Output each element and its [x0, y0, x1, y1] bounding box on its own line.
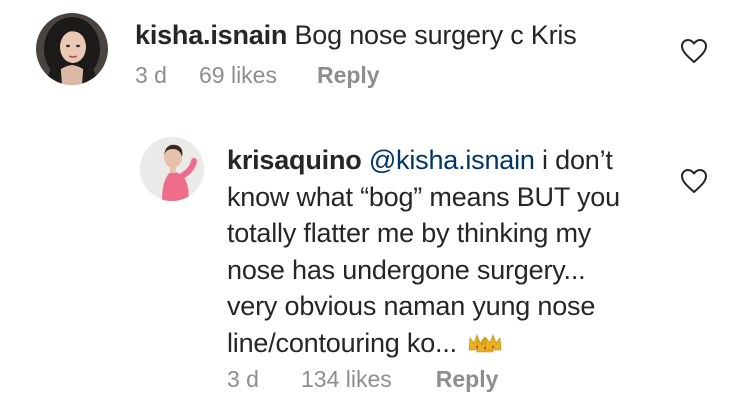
reply-username[interactable]: krisaquino	[227, 145, 362, 175]
reply-button[interactable]: Reply	[436, 366, 499, 393]
reply-text-line: line/contouring ko...	[227, 327, 457, 358]
avatar[interactable]	[140, 137, 204, 201]
reply-line-1: krisaquino @kisha.isnain i don’t	[227, 142, 667, 179]
profile-photo-icon	[36, 13, 108, 85]
reply-text-line: totally flatter me by thinking my	[227, 218, 592, 248]
reply-time: 3 d	[227, 366, 259, 392]
reply-text-line: i don’t	[542, 145, 613, 175]
reply-text-line: know what “bog” means BUT you	[227, 181, 620, 212]
heart-icon[interactable]	[680, 168, 708, 194]
reply-text-line: nose has undergone surgery...	[227, 254, 586, 285]
reply-text-line: very obvious naman yung nose	[227, 291, 596, 321]
comment-username[interactable]: kisha.isnain	[135, 20, 287, 50]
comment-text: Bog nose surgery c Kris	[294, 20, 577, 50]
crown-emoji-icon	[468, 327, 502, 352]
reply-meta: 3 d 134 likes Reply	[227, 366, 498, 393]
reply-button[interactable]: Reply	[317, 62, 380, 89]
avatar[interactable]	[36, 13, 108, 85]
reply-text-block: krisaquino @kisha.isnain i don’t know wh…	[227, 142, 667, 361]
reply-likes[interactable]: 134 likes	[301, 366, 392, 393]
reply-last-line: line/contouring ko...	[227, 325, 667, 362]
comment-text-block: kisha.isnain Bog nose surgery c Kris	[135, 17, 577, 54]
profile-photo-icon	[140, 137, 204, 201]
comment-time: 3 d	[135, 62, 167, 88]
mention-link[interactable]: @kisha.isnain	[369, 145, 535, 175]
heart-icon[interactable]	[680, 38, 708, 64]
comment-meta: 3 d 69 likes Reply	[135, 62, 380, 89]
comment-likes[interactable]: 69 likes	[199, 62, 277, 89]
